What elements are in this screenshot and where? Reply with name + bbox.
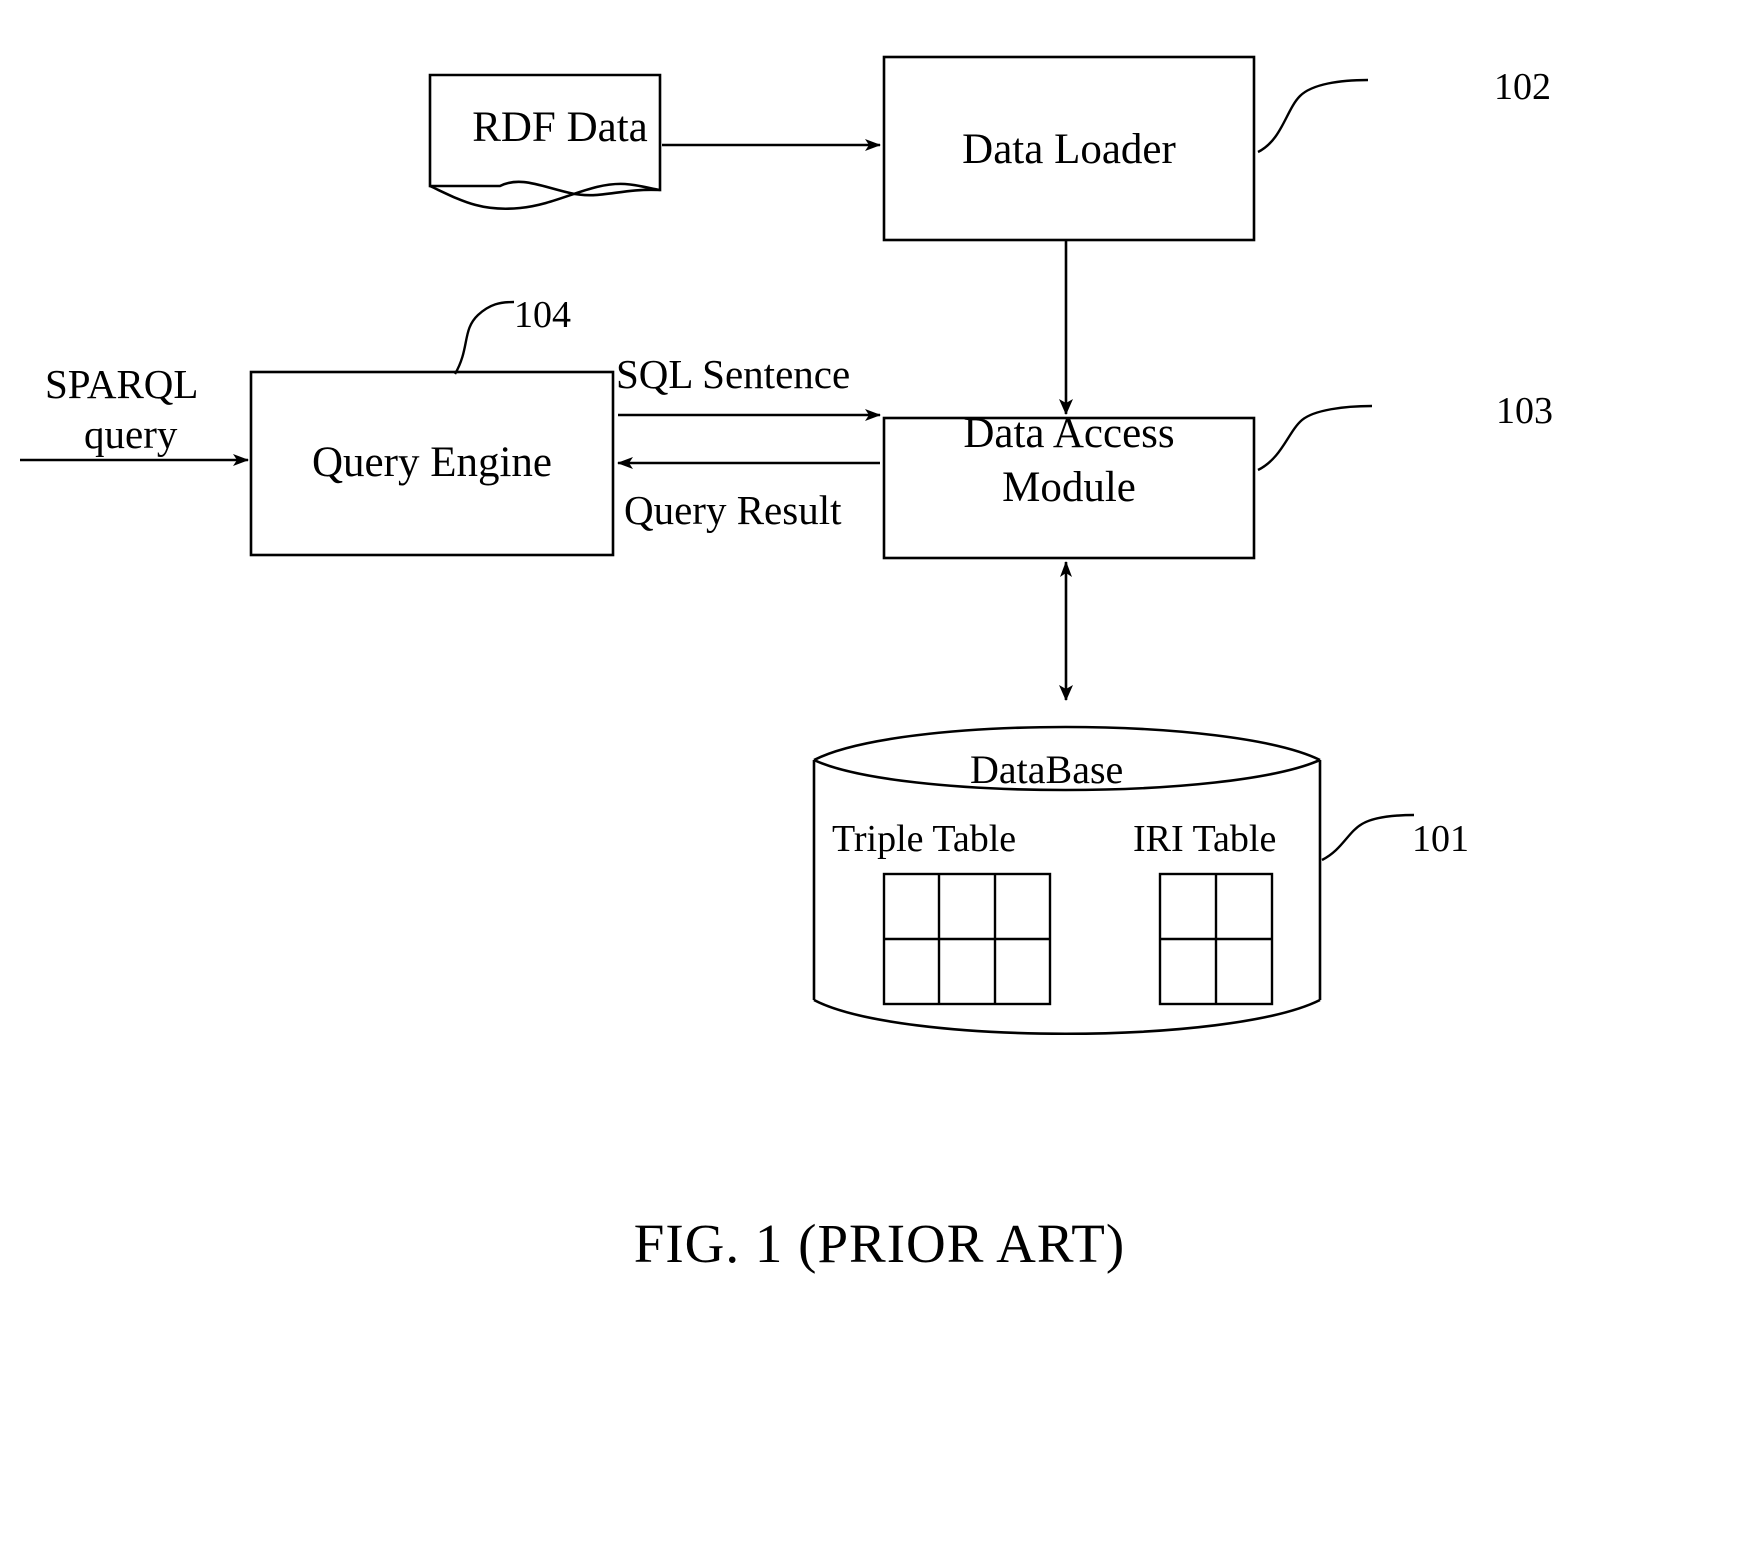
query-result-label: Query Result <box>624 487 842 533</box>
ref-numeral-101: 101 <box>1412 818 1469 860</box>
figure-caption: FIG. 1 (PRIOR ART) <box>633 1213 1126 1274</box>
triple-table-caption: Triple Table <box>832 818 1017 860</box>
iri-table-grid <box>1158 872 1274 1006</box>
ref-numeral-103: 103 <box>1496 390 1553 432</box>
ref-numeral-102: 102 <box>1494 66 1551 108</box>
leader-line-103 <box>1257 404 1373 472</box>
query-engine-label: Query Engine <box>311 439 552 486</box>
leader-line-102 <box>1257 78 1369 154</box>
leader-line-104 <box>453 300 515 375</box>
patent-figure-page: RDF Data Data Loader 102 104 SPARQL quer… <box>0 0 1759 1561</box>
sparql-label-line2: query <box>84 411 178 457</box>
sparql-label-line1: SPARQL <box>45 361 199 407</box>
data-loader-label: Data Loader <box>962 126 1176 173</box>
ref-numeral-104: 104 <box>514 294 571 336</box>
data-access-module-label-line2: Module <box>1002 464 1136 511</box>
diagram-linework <box>20 55 1415 1035</box>
leader-line-101 <box>1321 813 1415 862</box>
rdf-data-label: RDF Data <box>472 104 648 151</box>
sql-sentence-label: SQL Sentence <box>616 351 851 397</box>
iri-table-caption: IRI Table <box>1133 818 1277 860</box>
triple-table-grid <box>882 872 1052 1006</box>
database-label: DataBase <box>970 747 1124 792</box>
data-access-module-label-line1: Data Access <box>963 410 1175 457</box>
